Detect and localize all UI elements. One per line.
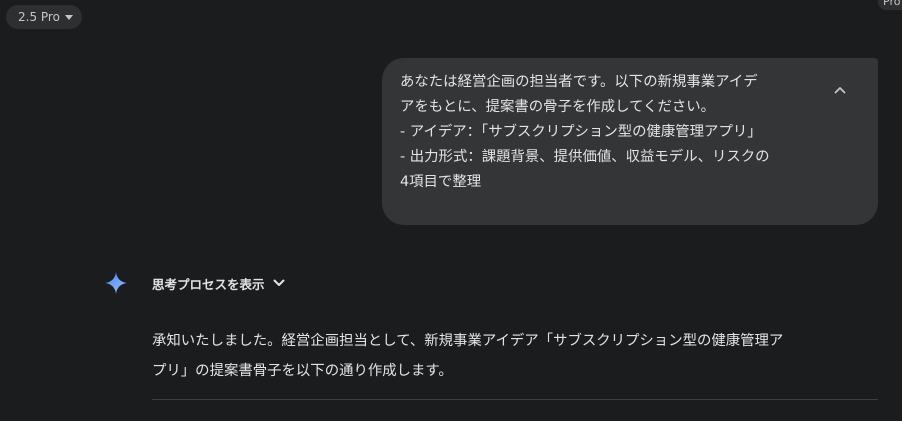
assistant-response: 承知いたしました。経営企画担当として、新規事業アイデア「サブスクリプション型の健… [152,326,882,386]
model-selector-label: 2.5 Pro [18,10,60,24]
user-message-line: - アイデア：「サブスクリプション型の健康管理アプリ」 [400,124,762,140]
user-message-line: あなたは経営企画の担当者です。以下の新規事業アイデ [400,74,758,90]
user-message-line: - 出力形式：課題背景、提供価値、収益モデル、リスクの [400,149,770,165]
chevron-down-icon [273,279,285,286]
user-message-line: 4項目で整理 [400,174,482,190]
assistant-response-line: 承知いたしました。経営企画担当として、新規事業アイデア「サブスクリプション型の健… [152,333,784,349]
user-message-bubble: あなたは経営企画の担当者です。以下の新規事業アイデ アをもとに、提案書の骨子を作… [382,58,878,225]
response-divider [152,399,878,400]
model-selector-button[interactable]: 2.5 Pro [6,5,82,29]
user-message-line: アをもとに、提案書の骨子を作成してください。 [400,99,716,115]
chat-page: 2.5 Pro Pro あなたは経営企画の担当者です。以下の新規事業アイデ アを… [0,0,902,421]
show-thinking-label: 思考プロセスを表示 [152,276,265,292]
assistant-response-line: プリ」の提案書骨子を以下の通り作成します。 [152,363,453,379]
collapse-message-button[interactable] [828,78,852,102]
upgrade-pro-button[interactable]: Pro [878,0,902,10]
show-thinking-toggle[interactable]: 思考プロセスを表示 [152,272,285,294]
gemini-sparkle-icon [105,272,127,294]
upgrade-pro-label: Pro [883,0,901,8]
caret-down-icon [64,15,73,20]
chevron-up-icon [834,87,846,94]
